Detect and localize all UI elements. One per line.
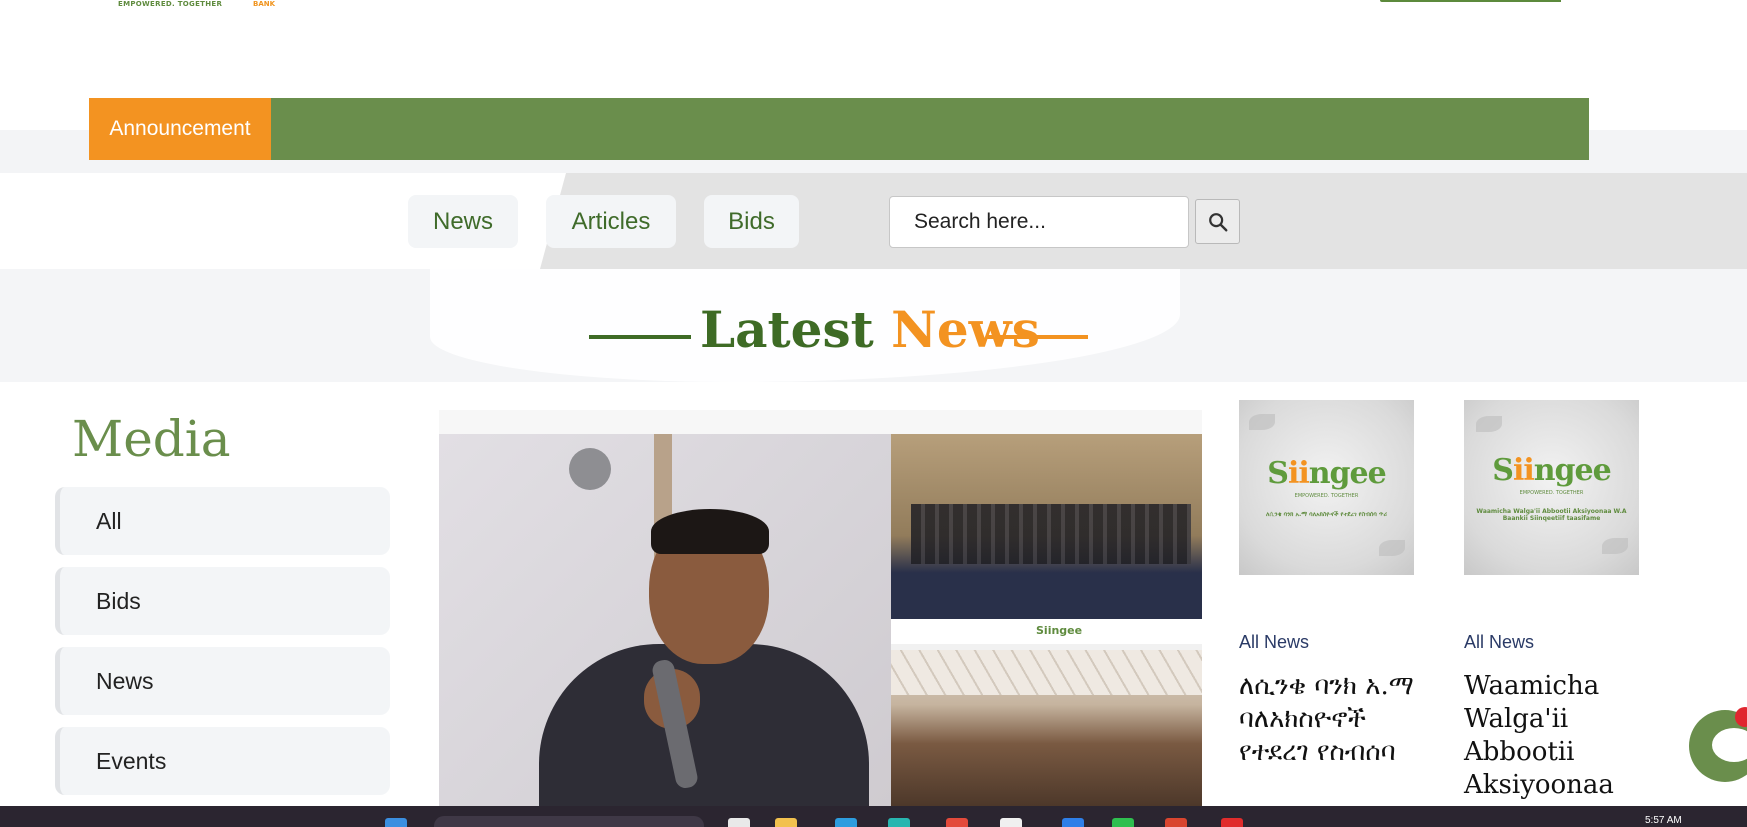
search-icon — [1208, 212, 1227, 231]
leaf-decor — [1602, 538, 1628, 554]
store-icon[interactable] — [835, 818, 857, 827]
announcement-label: Announcement — [89, 98, 271, 160]
logo-ii: ii — [1287, 456, 1310, 491]
news-card-image[interactable]: Siingee EMPOWERED. TOGETHER ለሲንቄ ባንክ አ.ማ… — [1239, 400, 1414, 575]
page: EMPOWERED. TOGETHER BANK Announcement Ne… — [0, 0, 1747, 827]
app-icon-red[interactable] — [1165, 818, 1187, 827]
photo-watermark: Siingee — [1036, 624, 1083, 637]
speaker-body — [539, 644, 869, 806]
feature-news-image[interactable]: Siingee — [439, 410, 1202, 806]
announcement-bar — [89, 98, 1589, 160]
media-filter-all[interactable]: All — [55, 487, 390, 555]
file-explorer-icon[interactable] — [775, 818, 797, 827]
edge-icon[interactable] — [888, 818, 910, 827]
os-taskbar — [0, 806, 1747, 827]
siingee-logo: Siingee — [1492, 453, 1612, 488]
speaker-photo — [439, 434, 891, 806]
leaf-decor — [1476, 416, 1502, 432]
heading-word-latest: Latest — [700, 300, 874, 359]
media-filter-news[interactable]: News — [55, 647, 390, 715]
media-title: Media — [72, 410, 231, 468]
heading-line-left — [589, 335, 691, 339]
news-card-category[interactable]: All News — [1464, 632, 1534, 653]
card-image-caption: Waamicha Walga'ii Abbootii Aksiyoonaa W.… — [1476, 508, 1627, 522]
news-card-image[interactable]: Siingee EMPOWERED. TOGETHER Waamicha Wal… — [1464, 400, 1639, 575]
audience-photo — [891, 650, 1202, 806]
logo-letter: S — [1492, 453, 1514, 488]
camera-fixture — [569, 448, 611, 490]
logo-tagline: EMPOWERED. TOGETHER — [1519, 490, 1584, 496]
taskbar-search[interactable] — [434, 816, 704, 827]
news-card-title[interactable]: ለሲንቄ ባንክ አ.ማ ባለአክስዮኖች የተደረገ የስብሰባ — [1239, 670, 1439, 769]
media-filter-events[interactable]: Events — [55, 727, 390, 795]
logo-rest: ngee — [1308, 456, 1387, 491]
group-photo: Siingee — [891, 434, 1202, 644]
card-image-caption: ለሲንቄ ባንክ አ.ማ ባለአክስዮኖች የተደረገ የስብሰባ ጥሪ — [1266, 511, 1387, 518]
taskbar-clock[interactable]: 5:57 AM — [1645, 815, 1682, 826]
mail-icon[interactable] — [1000, 818, 1022, 827]
logo-tagline: EMPOWERED. TOGETHER — [118, 0, 223, 8]
heading-word-news: News — [891, 300, 1040, 359]
group-photo-people — [911, 504, 1191, 564]
tab-news[interactable]: News — [408, 195, 518, 248]
speaker-hair — [651, 509, 769, 554]
news-card-category[interactable]: All News — [1239, 632, 1309, 653]
search-button[interactable] — [1195, 199, 1240, 244]
audience-photo-ceiling — [891, 650, 1202, 695]
chrome-icon[interactable] — [1221, 818, 1243, 827]
tab-articles[interactable]: Articles — [546, 195, 676, 248]
logo-ii: ii — [1512, 453, 1535, 488]
top-button-edge-secondary[interactable] — [1523, 0, 1561, 2]
siingee-logo: Siingee — [1267, 456, 1387, 491]
windows-start-icon[interactable] — [385, 818, 407, 827]
logo-letter: S — [1267, 456, 1289, 491]
media-filter-bids[interactable]: Bids — [55, 567, 390, 635]
tab-bids[interactable]: Bids — [704, 195, 799, 248]
telegram-icon[interactable] — [1062, 818, 1084, 827]
leaf-decor — [1379, 540, 1405, 556]
logo-tagline: EMPOWERED. TOGETHER — [1294, 493, 1359, 499]
feature-image-top-margin — [439, 410, 1202, 434]
search-input[interactable] — [889, 196, 1189, 248]
office-icon[interactable] — [946, 818, 968, 827]
logo-rest: ngee — [1533, 453, 1612, 488]
taskview-icon[interactable] — [728, 818, 750, 827]
heading-line-right — [986, 335, 1088, 339]
logo-bank-text: BANK — [253, 0, 276, 8]
top-button-edge[interactable] — [1380, 0, 1530, 2]
leaf-decor — [1249, 414, 1275, 430]
news-card-title[interactable]: Waamicha Walga'ii Abbootii Aksiyoonaa — [1464, 670, 1664, 802]
section-heading: Latest News — [700, 300, 1040, 359]
whatsapp-icon[interactable] — [1112, 818, 1134, 827]
